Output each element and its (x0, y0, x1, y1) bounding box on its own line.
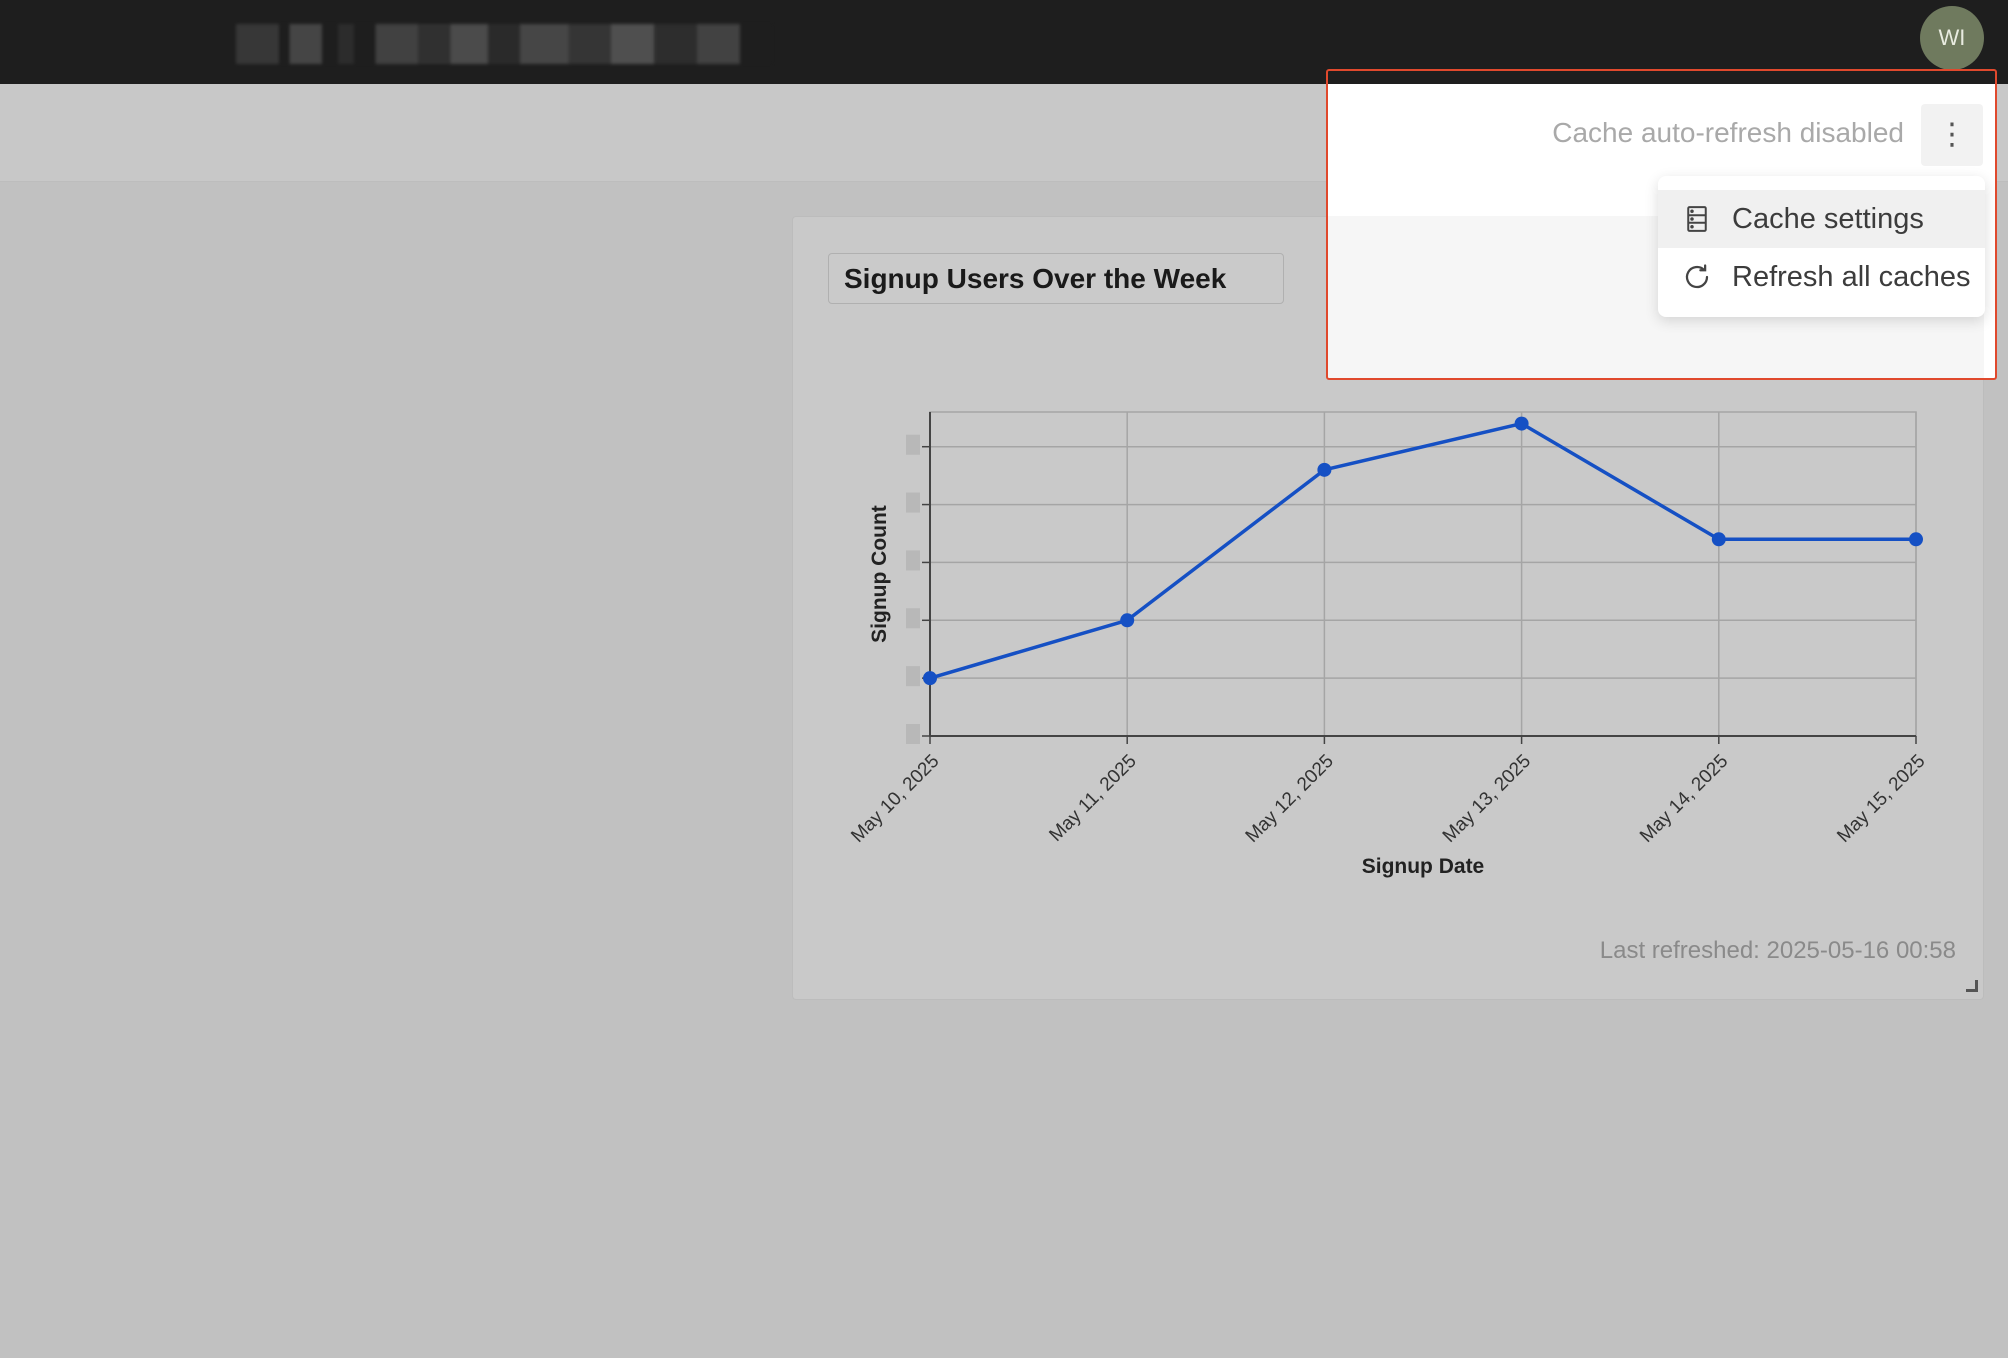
x-tick-label: May 15, 2025 (1833, 751, 1929, 847)
menu-item-label: Cache settings (1732, 202, 1924, 235)
data-point (1909, 532, 1923, 547)
last-refreshed-text: Last refreshed: 2025-05-16 00:58 (1599, 937, 1956, 964)
x-tick-label: May 10, 2025 (847, 751, 943, 847)
x-tick-label: May 11, 2025 (1045, 751, 1140, 846)
y-axis-label: Signup Count (868, 505, 891, 643)
x-axis-label: Signup Date (1362, 855, 1485, 878)
x-tick-label: May 13, 2025 (1439, 751, 1535, 847)
menu-item-cache-settings[interactable]: Cache settings (1658, 190, 1985, 248)
x-tick-label: May 12, 2025 (1242, 751, 1338, 847)
data-point (923, 671, 937, 686)
data-point (1120, 613, 1135, 628)
plot-frame (929, 411, 1917, 737)
data-point (1317, 462, 1332, 477)
x-tick-label: May 14, 2025 (1636, 751, 1732, 847)
menu-item-refresh-all-caches[interactable]: Refresh all caches (1658, 248, 1985, 306)
data-point (1711, 532, 1726, 547)
server-icon (1682, 204, 1712, 234)
y-tick-label-obscured (906, 666, 920, 687)
cache-status-text: Cache auto-refresh disabled (1552, 117, 1904, 148)
refresh-icon (1682, 262, 1712, 292)
series-line (929, 421, 1916, 680)
kebab-icon: ⋮ (1937, 118, 1967, 151)
menu-item-label: Refresh all caches (1732, 260, 1971, 293)
y-tick-label-obscured (906, 608, 920, 629)
y-tick-label-obscured (906, 492, 920, 513)
card-resize-handle[interactable] (1966, 980, 1978, 992)
y-tick-label-obscured (906, 724, 920, 744)
y-tick-label-obscured (906, 434, 920, 455)
y-tick-label-obscured (906, 550, 920, 571)
more-options-button[interactable]: ⋮ (1921, 104, 1983, 166)
cache-dropdown-menu: Cache settings Refresh all caches (1658, 176, 1985, 317)
data-point (1514, 416, 1529, 431)
